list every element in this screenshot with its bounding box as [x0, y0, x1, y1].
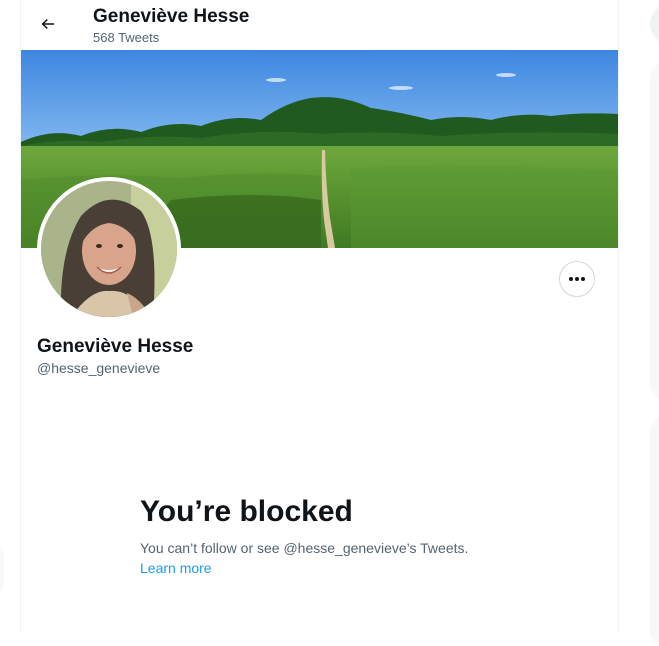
tweet-count: 568 Tweets — [93, 30, 160, 45]
search-box-edge[interactable] — [650, 4, 659, 44]
more-dots-icon — [569, 277, 585, 281]
back-button[interactable] — [33, 9, 63, 39]
avatar-image — [41, 181, 177, 317]
left-sidebar-edge — [0, 545, 4, 595]
right-sidebar — [630, 0, 659, 646]
profile-header: Geneviève Hesse 568 Tweets — [21, 0, 618, 50]
back-arrow-icon — [41, 18, 54, 30]
sidebar-card — [650, 62, 659, 400]
profile-handle: @hesse_genevieve — [37, 360, 161, 376]
profile-column: Geneviève Hesse 568 Tweets Geneviève Hes… — [20, 0, 619, 632]
profile-avatar[interactable] — [37, 177, 181, 321]
blocked-message: You can’t follow or see @hesse_genevieve… — [140, 540, 469, 556]
header-profile-name: Geneviève Hesse — [93, 6, 250, 27]
profile-name: Geneviève Hesse — [37, 336, 194, 357]
more-options-button[interactable] — [559, 261, 595, 297]
sidebar-card — [650, 416, 659, 646]
learn-more-link[interactable]: Learn more — [140, 559, 212, 577]
blocked-title: You’re blocked — [140, 495, 353, 528]
